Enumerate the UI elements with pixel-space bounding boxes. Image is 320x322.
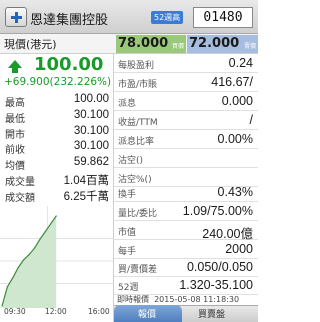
info-row-pe-pb: 市盈/市賬 416.67/ xyxy=(114,73,258,92)
stock-name: 恩達集團控股 xyxy=(30,13,109,28)
bid-tag: 買價 xyxy=(172,43,185,50)
price-change: +69.900(232.226%) xyxy=(4,76,112,88)
stat-row-low: 最低 30.100 xyxy=(0,109,113,125)
info-label: 每股盈利 xyxy=(118,61,155,71)
stat-label: 均價 xyxy=(5,161,25,172)
stat-label: 成交額 xyxy=(5,193,35,204)
last-price: 100.00 xyxy=(34,54,104,75)
price-point xyxy=(23,259,25,261)
stat-label: 最低 xyxy=(5,114,25,125)
stat-row-volume: 成交量 1.04百萬 xyxy=(0,173,113,188)
info-row-52w: 52週 1.320-35.100 xyxy=(114,276,258,295)
stat-value: 59.862 xyxy=(73,156,109,168)
time-tick: 09:30 xyxy=(4,307,26,316)
info-value: 0.000 xyxy=(221,94,253,108)
tab-order-book[interactable]: 買賣盤 xyxy=(198,307,225,320)
info-value: 0.00% xyxy=(217,132,253,146)
chart-time-axis: 09:30 12:00 16:00 xyxy=(0,307,113,319)
stat-row-prev-close: 前收 30.100 xyxy=(0,140,113,156)
intraday-chart[interactable] xyxy=(0,206,113,308)
info-row-volume-ratio: 量比/委比 1.09/75.00% xyxy=(114,202,258,221)
stat-value: 100.00 xyxy=(73,93,109,105)
stat-value: 30.100 xyxy=(73,140,109,152)
stat-label: 成交量 xyxy=(5,177,35,188)
stat-label: 開市 xyxy=(5,130,25,141)
bid-price: 78.000 xyxy=(118,36,169,51)
info-value: 1.320-35.100 xyxy=(179,278,253,292)
stat-row-high: 最高 100.00 xyxy=(0,93,113,109)
up-arrow-stem xyxy=(12,68,18,73)
price-point xyxy=(28,254,30,256)
info-row-spread: 買/賣價差 0.050/0.050 xyxy=(114,258,258,277)
info-row-payout: 派息比率 0.00% xyxy=(114,130,258,149)
ask-price: 72.000 xyxy=(189,36,240,51)
up-arrow-icon xyxy=(8,60,22,68)
info-row-yield-ttm: 收益/TTM / xyxy=(114,111,258,130)
info-value: 0.24 xyxy=(228,56,253,70)
tab-quote-label[interactable]: 報價 xyxy=(138,307,156,320)
info-label: 沽空() xyxy=(118,156,144,166)
stat-row-avg: 均價 59.862 xyxy=(0,156,113,172)
info-row-dividend: 派息 0.000 xyxy=(114,92,258,111)
info-row-market-cap: 市值 240.00億 xyxy=(114,221,258,241)
info-value: 1.09/75.00% xyxy=(182,204,253,218)
info-row-eps: 每股盈利 0.24 xyxy=(114,54,258,73)
info-value: 0.050/0.050 xyxy=(186,260,253,274)
time-tick: 12:00 xyxy=(45,307,67,316)
price-point xyxy=(50,223,52,225)
info-label: 換手 xyxy=(118,190,137,200)
info-label: 市值 xyxy=(118,228,137,238)
stat-value: 30.100 xyxy=(73,109,109,121)
info-value: 0.43% xyxy=(217,185,253,199)
price-point xyxy=(55,215,57,217)
price-point xyxy=(12,277,14,279)
info-label: 市盈/市賬 xyxy=(118,80,158,90)
price-point xyxy=(44,230,47,233)
add-watchlist-button[interactable] xyxy=(5,7,27,27)
info-row-short: 沽空() xyxy=(114,149,258,168)
info-label: 收益/TTM xyxy=(118,118,158,128)
price-point xyxy=(33,247,36,249)
price-point xyxy=(17,266,19,269)
report-timestamp: 即時報價 2015-05-08 11:18:30 xyxy=(117,294,239,305)
info-label: 量比/委比 xyxy=(118,209,158,219)
stat-label: 前收 xyxy=(5,145,25,156)
info-label: 買/賣價差 xyxy=(118,265,158,275)
price-point xyxy=(39,238,41,240)
price-point xyxy=(6,286,8,288)
stat-value: 6.25千萬 xyxy=(63,191,109,203)
info-value: / xyxy=(249,113,253,127)
report-time: 2015-05-08 11:18:30 xyxy=(154,295,240,304)
status-badge: 52週高 xyxy=(151,11,184,24)
stat-label: 最高 xyxy=(5,98,25,109)
stat-value: 30.100 xyxy=(73,125,109,137)
stat-row-turnover: 成交額 6.25千萬 xyxy=(0,189,113,204)
report-label: 即時報價 xyxy=(117,295,149,304)
stat-value: 1.04百萬 xyxy=(63,175,109,187)
info-label: 派息比率 xyxy=(118,137,155,147)
time-tick: 16:00 xyxy=(88,307,110,316)
info-label: 52週 xyxy=(118,283,139,293)
info-label: 派息 xyxy=(118,99,137,109)
ask-tag: 賣價 xyxy=(244,43,257,50)
info-value: 416.67/ xyxy=(211,75,253,89)
info-label: 每手 xyxy=(118,247,137,257)
price-area xyxy=(2,216,57,308)
info-row-turnover-rate: 換手 0.43% xyxy=(114,183,258,202)
price-label: 現價(港元) xyxy=(4,38,57,51)
stock-code-input[interactable]: 01480 xyxy=(193,7,253,28)
info-row-lot-size: 每手 2000 xyxy=(114,240,258,259)
stat-row-open: 開市 30.100 xyxy=(0,125,113,141)
info-value: 2000 xyxy=(225,242,253,256)
